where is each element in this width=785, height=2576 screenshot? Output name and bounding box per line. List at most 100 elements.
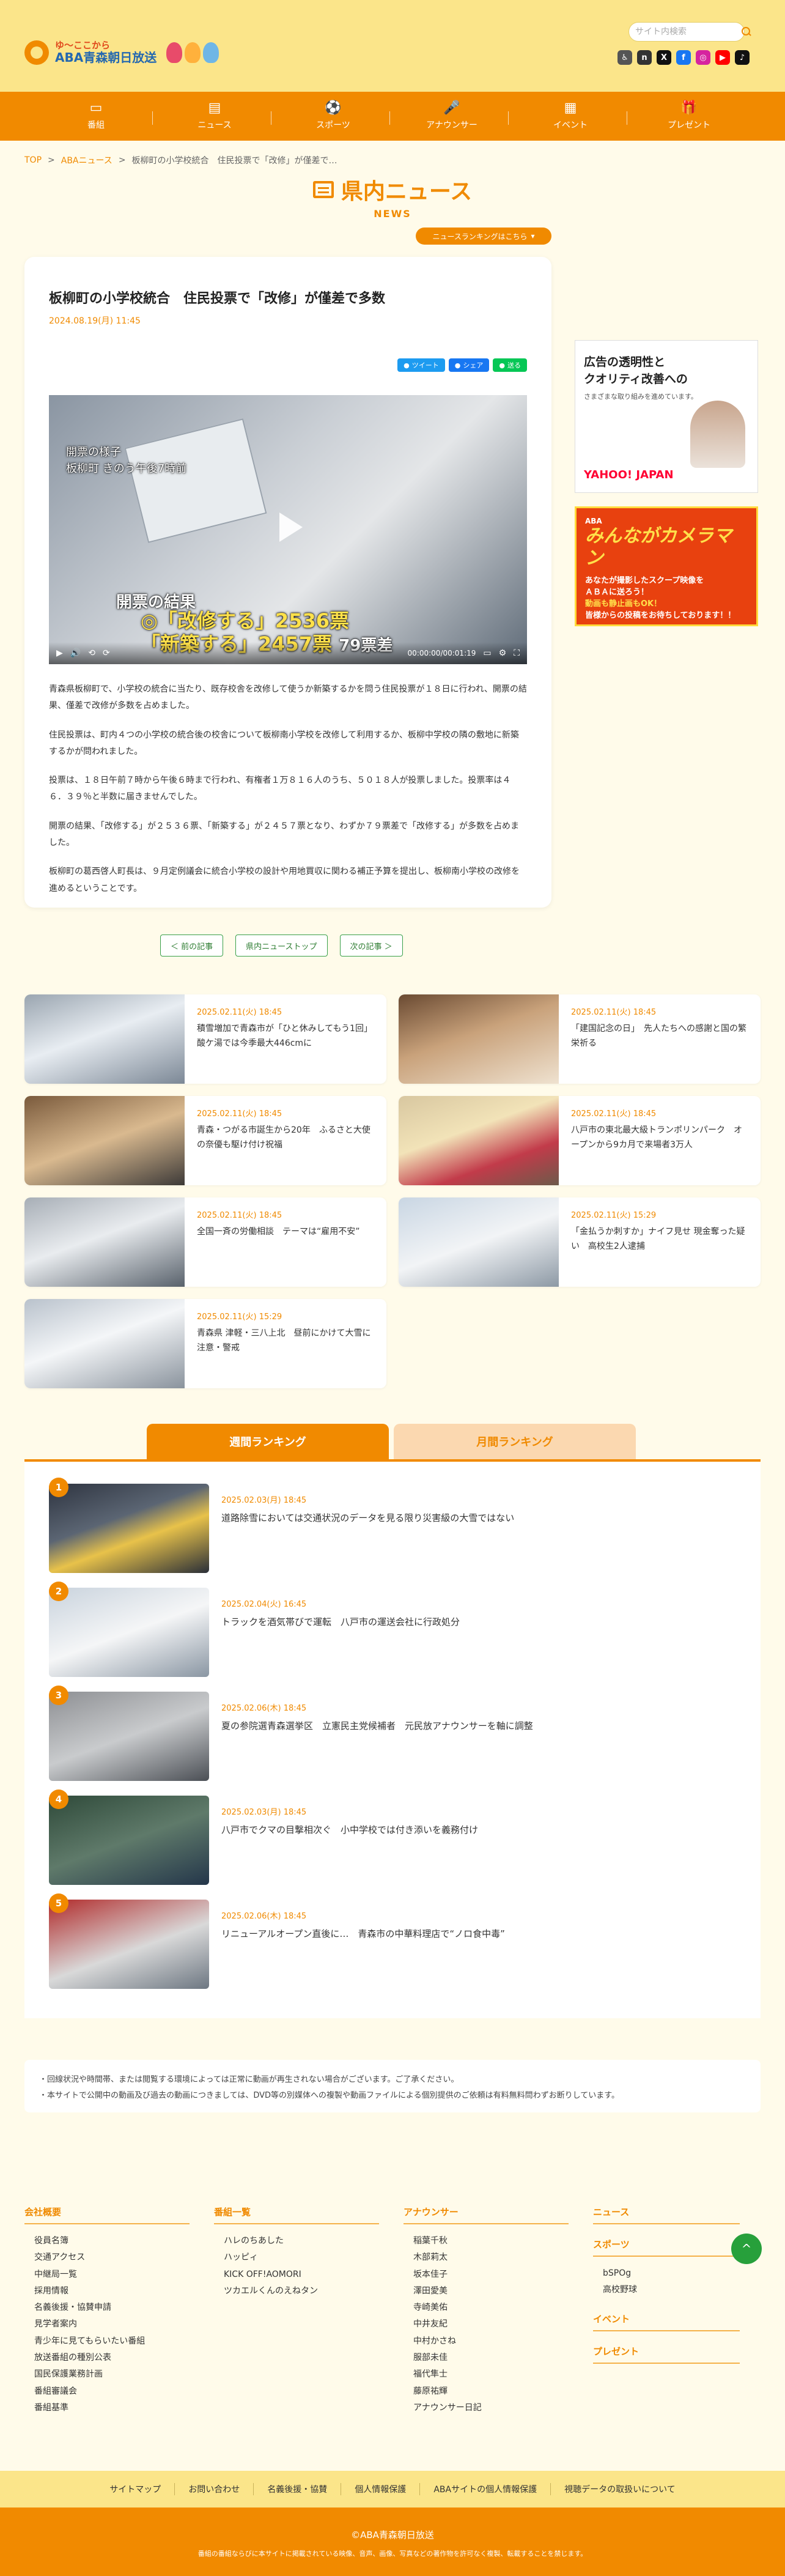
footer-programs-heading[interactable]: 番組一覧 [214,2205,379,2224]
footer-link[interactable]: 服部未佳 [413,2350,569,2366]
bottom-link[interactable]: 視聴データの取扱いについて [550,2483,689,2495]
footer-link[interactable]: KICK OFF!AOMORI [224,2267,379,2283]
footer-link[interactable]: 番組基準 [34,2400,190,2416]
footer-link[interactable]: ハレのちあした [224,2233,379,2249]
footer-link[interactable]: 役員名簿 [34,2233,190,2249]
fullscreen-icon[interactable]: ⛶ [514,648,520,658]
twitter-icon: ● [404,361,410,369]
nav-item-2[interactable]: ⚽ スポーツ [271,102,370,131]
nav-item-0[interactable]: ▭ 番組 [59,102,133,131]
search-input[interactable] [635,27,742,37]
footer-link[interactable]: 木部莉太 [413,2249,569,2266]
youtube-icon[interactable]: ▶ [715,50,730,65]
tiktok-icon[interactable]: ♪ [735,50,750,65]
ranking-date: 2025.02.04(火) 16:45 [221,1600,307,1609]
nav-item-5[interactable]: 🎁 プレゼント [627,102,726,131]
tab-weekly-ranking[interactable]: 週間ランキング [147,1424,389,1459]
news-card[interactable]: 2025.02.11(火) 18:45 積雪増加で青森市が「ひと休みしてもう1回」… [24,994,386,1084]
page-top-button[interactable]: ^ [731,2234,762,2264]
breadcrumb-aba-news[interactable]: ABAニュース [61,154,112,166]
x-icon[interactable]: X [657,50,671,65]
ad-banner-minna-cameraman[interactable]: ABA みんながカメラマン あなたが撮影したスクープ映像を ＡＢＡに送ろう！ 動… [575,506,758,626]
ad2-brand: ABA [585,517,602,525]
instagram-icon[interactable]: ◎ [696,50,710,65]
nav-item-1[interactable]: ▤ ニュース [152,102,251,131]
news-thumbnail [24,994,185,1084]
footer-link[interactable]: 中村かさね [413,2333,569,2350]
footer-bottom-links: サイトマップ お問い合わせ 名義後援・協賛 個人情報保護 ABAサイトの個人情報保護 視聴… [0,2471,785,2508]
volume-icon[interactable]: 🔊 [70,648,81,658]
share-button-0[interactable]: ● ツイート [397,358,445,372]
footer-link[interactable]: 寺崎美佑 [413,2300,569,2316]
footer-link[interactable]: 中継局一覧 [34,2267,190,2283]
nav-item-4[interactable]: ▦ イベント [508,102,607,131]
ranking-item[interactable]: 4 2025.02.03(月) 18:45 八戸市でクマの目撃相次ぐ 小中学校では付… [49,1790,736,1900]
ranking-item[interactable]: 5 2025.02.06(木) 18:45 リニューアルオープン直後に… 青森市の中… [49,1893,736,2004]
footer-event-heading[interactable]: イベント [593,2312,740,2331]
bottom-link[interactable]: お問い合わせ [174,2483,253,2495]
facebook-icon[interactable]: f [676,50,691,65]
news-card[interactable]: 2025.02.11(火) 18:45 「建国記念の日」 先人たちへの感謝と国の繁… [399,994,761,1084]
forward-icon[interactable]: ⟳ [103,648,110,658]
footer-link[interactable]: 澤田愛美 [413,2283,569,2300]
footer-link[interactable]: 中井友紀 [413,2316,569,2333]
footer-link[interactable]: 青少年に見てもらいたい番組 [34,2333,190,2350]
bottom-link[interactable]: 名義後援・協賛 [253,2483,341,2495]
next-article-button[interactable]: 次の記事 ＞ [339,935,403,957]
note-icon[interactable]: n [637,50,652,65]
news-card[interactable]: 2025.02.11(火) 15:29 「金払うか刺すか」ナイフ見せ 現金奪った疑… [399,1197,761,1287]
footer-link[interactable]: 稲葉千秋 [413,2233,569,2249]
news-card[interactable]: 2025.02.11(火) 18:45 全国一斉の労働相談 テーマは“雇用不安” [24,1197,386,1287]
settings-icon[interactable]: ⚙ [499,648,507,658]
footer-link[interactable]: 見学者案内 [34,2316,190,2333]
footer-link[interactable]: 高校野球 [603,2282,740,2298]
footer-company-heading[interactable]: 会社概要 [24,2205,190,2224]
footer-link[interactable]: 番組審議会 [34,2383,190,2400]
news-card[interactable]: 2025.02.11(火) 18:45 八戸市の東北最大級トランポリンパーク オー… [399,1096,761,1185]
footer-link[interactable]: 国民保護業務計画 [34,2366,190,2383]
share-button-label: 送る [507,361,521,369]
site-logo[interactable]: ゆ〜ここから ABA青森朝日放送 [24,40,219,65]
footer-link[interactable]: 藤原祐輝 [413,2383,569,2400]
ad2-line4: 皆様からの投稿をお待ちしております！！ [585,610,736,620]
ranking-item[interactable]: 2 2025.02.04(火) 16:45 トラックを酒気帯びで運転 八戸市の運送会… [49,1582,736,1692]
footer-link[interactable]: 放送番組の種別公表 [34,2350,190,2366]
ranking-thumbnail [49,1796,209,1885]
video-player[interactable]: 開票の様子 板柳町 きのう午後7時前 開票の結果 ◎「改修する」2536票 「新… [49,395,527,664]
subtitles-icon[interactable]: ▭ [483,648,491,658]
ranking-item[interactable]: 3 2025.02.06(木) 18:45 夏の参院選青森選挙区 立憲民主党候補者 … [49,1686,736,1796]
footer-link[interactable]: 名義後援・協賛申請 [34,2300,190,2316]
news-card[interactable]: 2025.02.11(火) 15:29 青森県 津軽・三八上北 昼前にかけて大雪に… [24,1299,386,1388]
play-small-icon[interactable]: ▶ [56,648,63,658]
footer-link[interactable]: ハッピィ [224,2249,379,2266]
bottom-link[interactable]: サイトマップ [96,2483,174,2495]
prev-article-button[interactable]: ＜ 前の記事 [160,935,224,957]
footer-present-heading[interactable]: プレゼント [593,2345,740,2364]
footer-link[interactable]: ツカエルくんのえねタン [224,2283,379,2300]
footer-link[interactable]: bSPOg [603,2265,740,2282]
share-button-1[interactable]: ● シェア [448,358,490,372]
news-top-button[interactable]: 県内ニューストップ [235,935,328,957]
footer-col-news: ニュース スポーツ bSPOg 高校野球 イベント プレゼント [593,2205,740,2416]
play-icon[interactable] [266,505,310,549]
footer-link[interactable]: 坂本佳子 [413,2267,569,2283]
news-ranking-link[interactable]: ニュースランキングはこちら ▾ [416,228,551,245]
news-card[interactable]: 2025.02.11(火) 18:45 青森・つがる市誕生から20年 ふるさと大使… [24,1096,386,1185]
footer-news-heading[interactable]: ニュース [593,2205,740,2224]
footer-sports-heading[interactable]: スポーツ [593,2238,740,2257]
footer-link[interactable]: 採用情報 [34,2283,190,2300]
footer-link[interactable]: 交通アクセス [34,2249,190,2266]
footer-link[interactable]: アナウンサー日記 [413,2400,569,2416]
tab-monthly-ranking[interactable]: 月間ランキング [394,1424,636,1459]
nav-item-3[interactable]: 🎤 アナウンサー [389,102,488,131]
share-button-2[interactable]: ● 送る [493,358,527,372]
footer-announcers-heading[interactable]: アナウンサー [404,2205,569,2224]
bottom-link[interactable]: ABAサイトの個人情報保護 [419,2483,550,2495]
breadcrumb-top[interactable]: TOP [24,155,42,165]
ad-banner-yahoo[interactable]: 広告の透明性と クオリティ改善への さまざまな取り組みを進めています。 YAHO… [575,340,758,493]
bottom-link[interactable]: 個人情報保護 [341,2483,419,2495]
rewind-icon[interactable]: ⟲ [88,648,95,658]
footer-link[interactable]: 福代隼士 [413,2366,569,2383]
accessibility-icon[interactable]: ♿ [617,50,632,65]
ranking-item[interactable]: 1 2025.02.03(月) 18:45 道路除雪においては交通状況のデータを見る… [49,1478,736,1588]
